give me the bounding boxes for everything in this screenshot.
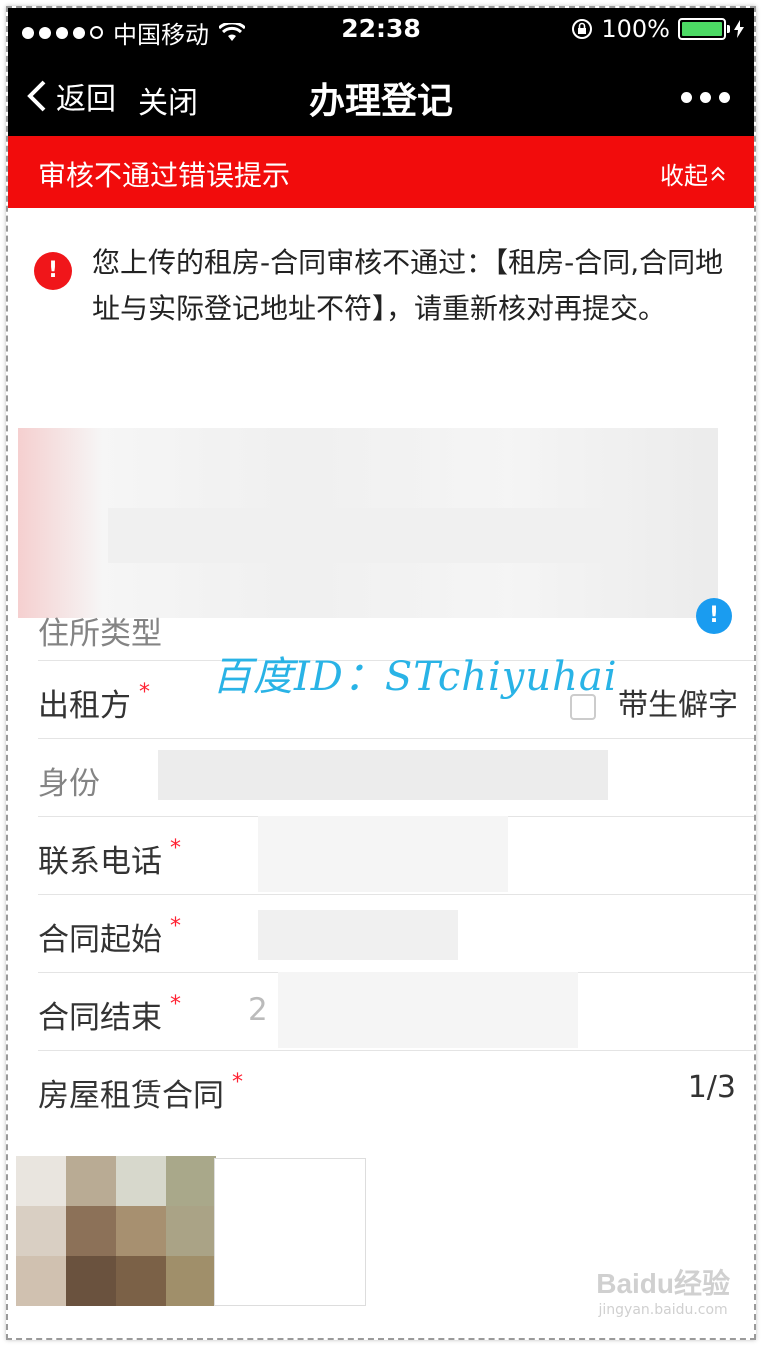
status-bar: 中国移动 22:38 100% bbox=[8, 8, 754, 52]
watermark-text: 百度ID：STchiyuhai bbox=[212, 654, 618, 700]
double-chevron-up-icon bbox=[711, 166, 725, 181]
required-mark: * bbox=[139, 680, 150, 705]
rotation-lock-icon bbox=[572, 19, 593, 39]
contract-end-label: 合同结束 * bbox=[38, 992, 181, 1036]
id-label: 身份 bbox=[38, 766, 100, 802]
redacted-value bbox=[278, 972, 578, 1048]
error-message-text: 您上传的租房-合同审核不通过：【租房-合同,合同地址与实际登记地址不符】，请重新… bbox=[92, 246, 724, 325]
contract-photo-thumbnail[interactable] bbox=[16, 1156, 216, 1306]
lease-contract-row[interactable]: 房屋租赁合同 * 1/3 bbox=[38, 1050, 754, 1128]
phone-row[interactable]: 联系电话 * bbox=[38, 816, 754, 895]
redacted-value bbox=[258, 910, 458, 960]
phone-frame: 中国移动 22:38 100% 返回 关闭 办理登记 审核不通过错误提示 收起 … bbox=[6, 6, 756, 1340]
add-photo-placeholder[interactable] bbox=[214, 1158, 366, 1306]
contract-end-row[interactable]: 合同结束 * 2 bbox=[38, 972, 754, 1051]
contract-start-label: 合同起始 * bbox=[38, 914, 181, 958]
baidu-domain: jingyan.baidu.com bbox=[598, 1302, 728, 1318]
contract-end-value: 2 bbox=[248, 992, 268, 1028]
redacted-area bbox=[108, 508, 608, 563]
landlord-label: 出租方 * bbox=[38, 680, 150, 724]
battery-icon bbox=[678, 18, 730, 40]
id-row[interactable]: 身份 bbox=[38, 738, 754, 817]
nav-bar: 返回 关闭 办理登记 bbox=[8, 52, 754, 136]
required-mark: * bbox=[232, 1070, 243, 1095]
error-banner-title: 审核不通过错误提示 bbox=[38, 159, 291, 192]
rare-char-label: 带生僻字 bbox=[618, 688, 738, 723]
error-icon: ! bbox=[34, 252, 72, 290]
charging-icon bbox=[734, 20, 744, 38]
redacted-value bbox=[258, 816, 508, 892]
error-banner: 审核不通过错误提示 收起 bbox=[8, 136, 754, 208]
battery-percent: 100% bbox=[601, 15, 670, 43]
phone-label: 联系电话 * bbox=[38, 836, 181, 880]
info-icon[interactable]: ! bbox=[696, 598, 732, 634]
page-title: 办理登记 bbox=[308, 81, 453, 122]
residence-type-label: 住所类型 bbox=[38, 616, 162, 652]
more-menu-icon[interactable] bbox=[681, 92, 730, 103]
required-mark: * bbox=[170, 914, 181, 939]
collapse-label: 收起 bbox=[660, 162, 708, 190]
baidu-logo: Baidu经验 jingyan.baidu.com bbox=[596, 1262, 730, 1318]
required-mark: * bbox=[170, 992, 181, 1017]
required-mark: * bbox=[170, 836, 181, 861]
baidu-logo-text: Baidu经验 bbox=[596, 1268, 730, 1299]
page-indicator: 1/3 bbox=[687, 1070, 736, 1105]
collapse-button[interactable]: 收起 bbox=[660, 156, 726, 191]
lease-contract-label: 房屋租赁合同 * bbox=[38, 1070, 243, 1114]
redacted-value bbox=[158, 750, 608, 800]
contract-start-row[interactable]: 合同起始 * bbox=[38, 894, 754, 973]
